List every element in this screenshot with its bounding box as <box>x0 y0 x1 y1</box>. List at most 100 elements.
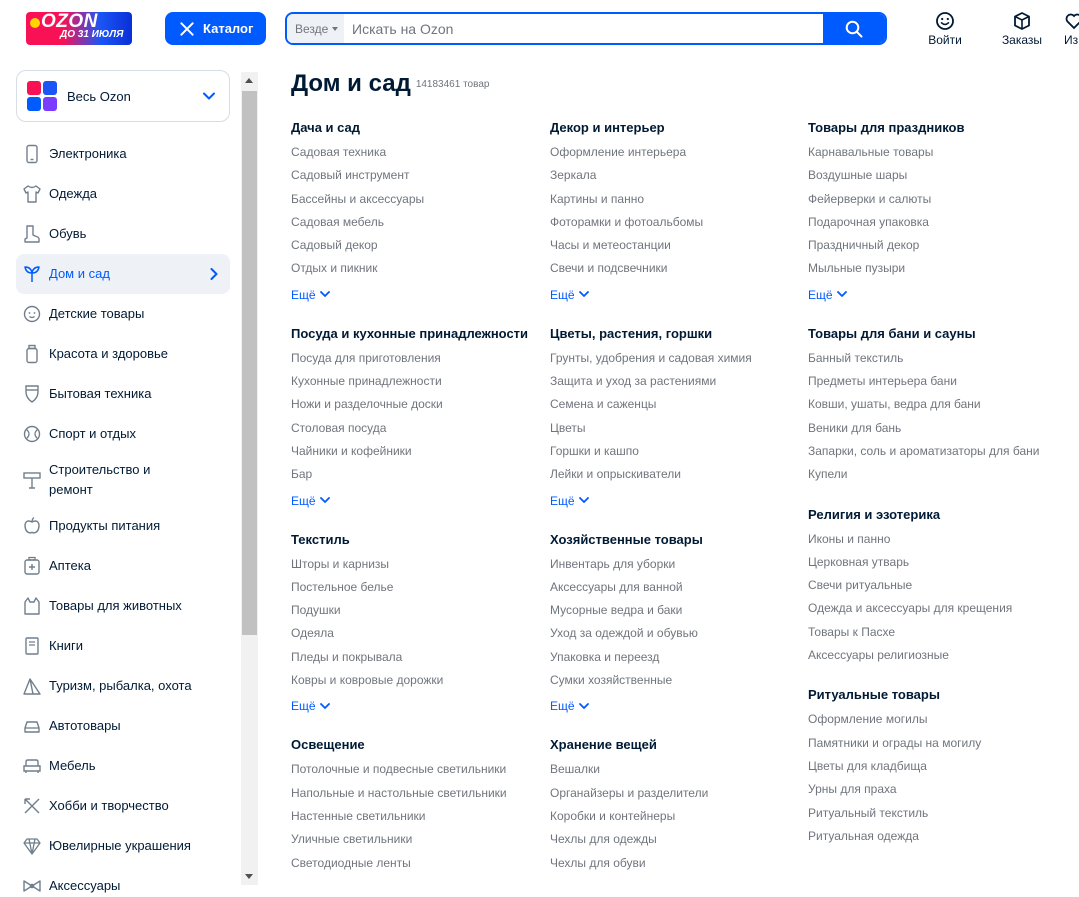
subcategory-link[interactable]: Светодиодные ленты <box>291 852 541 875</box>
subcategory-link[interactable]: Упаковка и переезд <box>550 646 800 669</box>
subcategory-link[interactable]: Вешалки <box>550 758 800 781</box>
ozon-logo[interactable]: OZON ДО 31 ИЮЛЯ <box>26 12 132 45</box>
subcategory-link[interactable]: Одежда и аксессуары для крещения <box>808 597 1058 620</box>
subcategory-link[interactable]: Аксессуары для ванной <box>550 576 800 599</box>
subcategory-link[interactable]: Свечи ритуальные <box>808 574 1058 597</box>
category-group-title[interactable]: Дача и сад <box>291 119 541 137</box>
subcategory-link[interactable]: Потолочные и подвесные светильники <box>291 758 541 781</box>
subcategory-link[interactable]: Кухонные принадлежности <box>291 370 541 393</box>
subcategory-link[interactable]: Аксессуары религиозные <box>808 644 1058 667</box>
subcategory-link[interactable]: Ритуальная одежда <box>808 825 1058 848</box>
all-ozon-selector[interactable]: Весь Ozon <box>16 70 230 122</box>
subcategory-link[interactable]: Инвентарь для уборки <box>550 553 800 576</box>
scroll-down-icon[interactable] <box>245 874 253 879</box>
show-more-link[interactable]: Ещё <box>550 284 800 306</box>
sidebar-item[interactable]: Продукты питания <box>16 506 230 546</box>
sidebar-item[interactable]: Туризм, рыбалка, охота <box>16 666 230 706</box>
subcategory-link[interactable]: Цветы для кладбища <box>808 755 1058 778</box>
catalog-button[interactable]: Каталог <box>165 12 266 45</box>
subcategory-link[interactable]: Оформление интерьера <box>550 141 800 164</box>
subcategory-link[interactable]: Бар <box>291 463 541 486</box>
subcategory-link[interactable]: Иконы и панно <box>808 528 1058 551</box>
subcategory-link[interactable]: Бассейны и аксессуары <box>291 188 541 211</box>
subcategory-link[interactable]: Карнавальные товары <box>808 141 1058 164</box>
subcategory-link[interactable]: Садовый инструмент <box>291 164 541 187</box>
sidebar-item[interactable]: Товары для животных <box>16 586 230 626</box>
subcategory-link[interactable]: Фейерверки и салюты <box>808 188 1058 211</box>
search-button[interactable] <box>823 14 885 43</box>
show-more-link[interactable]: Ещё <box>291 284 541 306</box>
subcategory-link[interactable]: Сумки хозяйственные <box>550 669 800 692</box>
subcategory-link[interactable]: Садовая мебель <box>291 211 541 234</box>
subcategory-link[interactable]: Грунты, удобрения и садовая химия <box>550 347 800 370</box>
subcategory-link[interactable]: Садовая техника <box>291 141 541 164</box>
subcategory-link[interactable]: Картины и панно <box>550 188 800 211</box>
sidebar-item[interactable]: Обувь <box>16 214 230 254</box>
subcategory-link[interactable]: Подушки <box>291 599 541 622</box>
subcategory-link[interactable]: Ковры и ковровые дорожки <box>291 669 541 692</box>
scroll-up-icon[interactable] <box>245 78 253 83</box>
subcategory-link[interactable]: Посуда для приготовления <box>291 347 541 370</box>
category-group-title[interactable]: Хранение вещей <box>550 736 800 754</box>
category-group-title[interactable]: Посуда и кухонные принадлежности <box>291 325 541 343</box>
subcategory-link[interactable]: Воздушные шары <box>808 164 1058 187</box>
show-more-link[interactable]: Ещё <box>291 695 541 717</box>
subcategory-link[interactable]: Напольные и настольные светильники <box>291 782 541 805</box>
subcategory-link[interactable]: Купели <box>808 463 1058 486</box>
sidebar-item[interactable]: Спорт и отдых <box>16 414 230 454</box>
subcategory-link[interactable]: Чайники и кофейники <box>291 440 541 463</box>
sidebar-item[interactable]: Одежда <box>16 174 230 214</box>
subcategory-link[interactable]: Чехлы для одежды <box>550 828 800 851</box>
subcategory-link[interactable]: Праздничный декор <box>808 234 1058 257</box>
subcategory-link[interactable]: Веники для бань <box>808 417 1058 440</box>
subcategory-link[interactable]: Урны для праха <box>808 778 1058 801</box>
category-group-title[interactable]: Товары для праздников <box>808 119 1058 137</box>
category-group-title[interactable]: Ритуальные товары <box>808 686 1058 704</box>
sidebar-item[interactable]: Детские товары <box>16 294 230 334</box>
subcategory-link[interactable]: Ножи и разделочные доски <box>291 393 541 416</box>
subcategory-link[interactable]: Ритуальный текстиль <box>808 802 1058 825</box>
favorites-button[interactable]: Из <box>1064 11 1079 47</box>
sidebar-item[interactable]: Бытовая техника <box>16 374 230 414</box>
subcategory-link[interactable]: Предметы интерьера бани <box>808 370 1058 393</box>
subcategory-link[interactable]: Настенные светильники <box>291 805 541 828</box>
subcategory-link[interactable]: Коробки и контейнеры <box>550 805 800 828</box>
show-more-link[interactable]: Ещё <box>550 490 800 512</box>
subcategory-link[interactable]: Цветы <box>550 417 800 440</box>
subcategory-link[interactable]: Зеркала <box>550 164 800 187</box>
subcategory-link[interactable]: Отдых и пикник <box>291 257 541 280</box>
sidebar-item[interactable]: Красота и здоровье <box>16 334 230 374</box>
subcategory-link[interactable]: Свечи и подсвечники <box>550 257 800 280</box>
subcategory-link[interactable]: Садовый декор <box>291 234 541 257</box>
login-button[interactable]: Войти <box>915 11 975 47</box>
scrollbar-thumb[interactable] <box>242 91 257 635</box>
sidebar-item[interactable]: Книги <box>16 626 230 666</box>
subcategory-link[interactable]: Часы и метеостанции <box>550 234 800 257</box>
sidebar-item[interactable]: Дом и сад <box>16 254 230 294</box>
sidebar-item[interactable]: Строительство и ремонт <box>16 454 230 506</box>
subcategory-link[interactable]: Фоторамки и фотоальбомы <box>550 211 800 234</box>
subcategory-link[interactable]: Одеяла <box>291 622 541 645</box>
category-group-title[interactable]: Освещение <box>291 736 541 754</box>
orders-button[interactable]: Заказы <box>992 11 1052 47</box>
subcategory-link[interactable]: Органайзеры и разделители <box>550 782 800 805</box>
sidebar-item[interactable]: Электроника <box>16 134 230 174</box>
sidebar-item[interactable]: Аксессуары <box>16 866 230 897</box>
sidebar-scrollbar[interactable] <box>241 72 258 885</box>
subcategory-link[interactable]: Оформление могилы <box>808 708 1058 731</box>
show-more-link[interactable]: Ещё <box>808 284 1058 306</box>
sidebar-item[interactable]: Ювелирные украшения <box>16 826 230 866</box>
category-group-title[interactable]: Религия и эзотерика <box>808 506 1058 524</box>
subcategory-link[interactable]: Ковши, ушаты, ведра для бани <box>808 393 1058 416</box>
subcategory-link[interactable]: Банный текстиль <box>808 347 1058 370</box>
subcategory-link[interactable]: Памятники и ограды на могилу <box>808 732 1058 755</box>
subcategory-link[interactable]: Церковная утварь <box>808 551 1058 574</box>
sidebar-item[interactable]: Аптека <box>16 546 230 586</box>
subcategory-link[interactable]: Запарки, соль и ароматизаторы для бани <box>808 440 1058 463</box>
show-more-link[interactable]: Ещё <box>550 695 800 717</box>
subcategory-link[interactable]: Защита и уход за растениями <box>550 370 800 393</box>
category-group-title[interactable]: Цветы, растения, горшки <box>550 325 800 343</box>
subcategory-link[interactable]: Подарочная упаковка <box>808 211 1058 234</box>
subcategory-link[interactable]: Столовая посуда <box>291 417 541 440</box>
subcategory-link[interactable]: Мусорные ведра и баки <box>550 599 800 622</box>
